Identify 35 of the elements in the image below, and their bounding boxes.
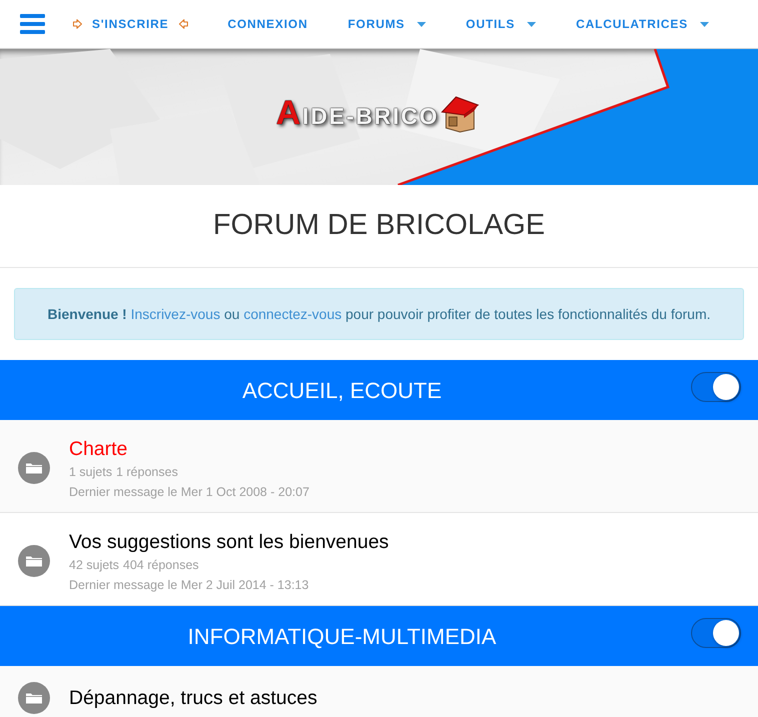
last-post-info: Dernier message le Mer 2 Juil 2014 - 13:13 xyxy=(69,577,310,593)
logo-text: AIDE-BRICO xyxy=(276,96,440,133)
page-title: FORUM DE BRICOLAGE xyxy=(213,208,545,244)
caret-icon xyxy=(700,22,709,26)
caret-icon xyxy=(526,22,536,26)
category-title: INFORMATIQUE-MULTIMEDIA xyxy=(186,622,498,650)
arrow-left-icon xyxy=(178,19,188,29)
welcome-message: Bienvenue ! Inscrivez-vous ou connectez-vous pour pouvoir profiter de toutes les fonctionnalités du forum. xyxy=(47,304,710,324)
folder-icon xyxy=(18,545,50,577)
forum-row[interactable]: Charte 1 sujets 1 réponses Dernier message le Mer 1 Oct 2008 - 20:07 xyxy=(0,420,758,513)
nav-dropdown[interactable]: OUTILS xyxy=(466,15,536,33)
folder-icon xyxy=(18,452,50,484)
menu-icon[interactable] xyxy=(20,14,45,34)
welcome-link[interactable]: connectez-vous xyxy=(244,306,342,322)
reply-count: 1 réponses xyxy=(116,464,178,480)
forum-title[interactable]: Charte xyxy=(69,436,310,462)
nav-link[interactable]: CONNEXION xyxy=(228,15,308,33)
nav-dropdown[interactable]: CALCULATRICES xyxy=(576,15,709,33)
last-post-info: Dernier message le Mer 1 Oct 2008 - 20:07 xyxy=(69,484,310,500)
house-icon xyxy=(440,95,480,133)
reply-count: 404 réponses xyxy=(123,557,199,573)
welcome-link[interactable]: Inscrivez-vous xyxy=(130,306,220,322)
forum-row[interactable]: Dépannage, trucs et astuces xyxy=(0,666,758,717)
nav-dropdown[interactable]: FORUMS xyxy=(348,15,426,33)
topic-count: 1 sujets xyxy=(69,464,112,480)
category-title: ACCUEIL, ECOUTE xyxy=(241,376,443,404)
topic-count: 42 sujets xyxy=(69,557,120,573)
folder-icon xyxy=(18,682,50,714)
toggle-switch[interactable] xyxy=(691,618,741,648)
toggle-switch[interactable] xyxy=(691,372,741,402)
arrow-right-icon xyxy=(73,19,82,29)
signup-link[interactable]: S'INSCRIRE xyxy=(73,15,188,33)
forum-title[interactable]: Vos suggestions sont les bienvenues xyxy=(69,529,389,555)
forum-title[interactable]: Dépannage, trucs et astuces xyxy=(69,685,318,711)
caret-icon xyxy=(416,22,426,26)
